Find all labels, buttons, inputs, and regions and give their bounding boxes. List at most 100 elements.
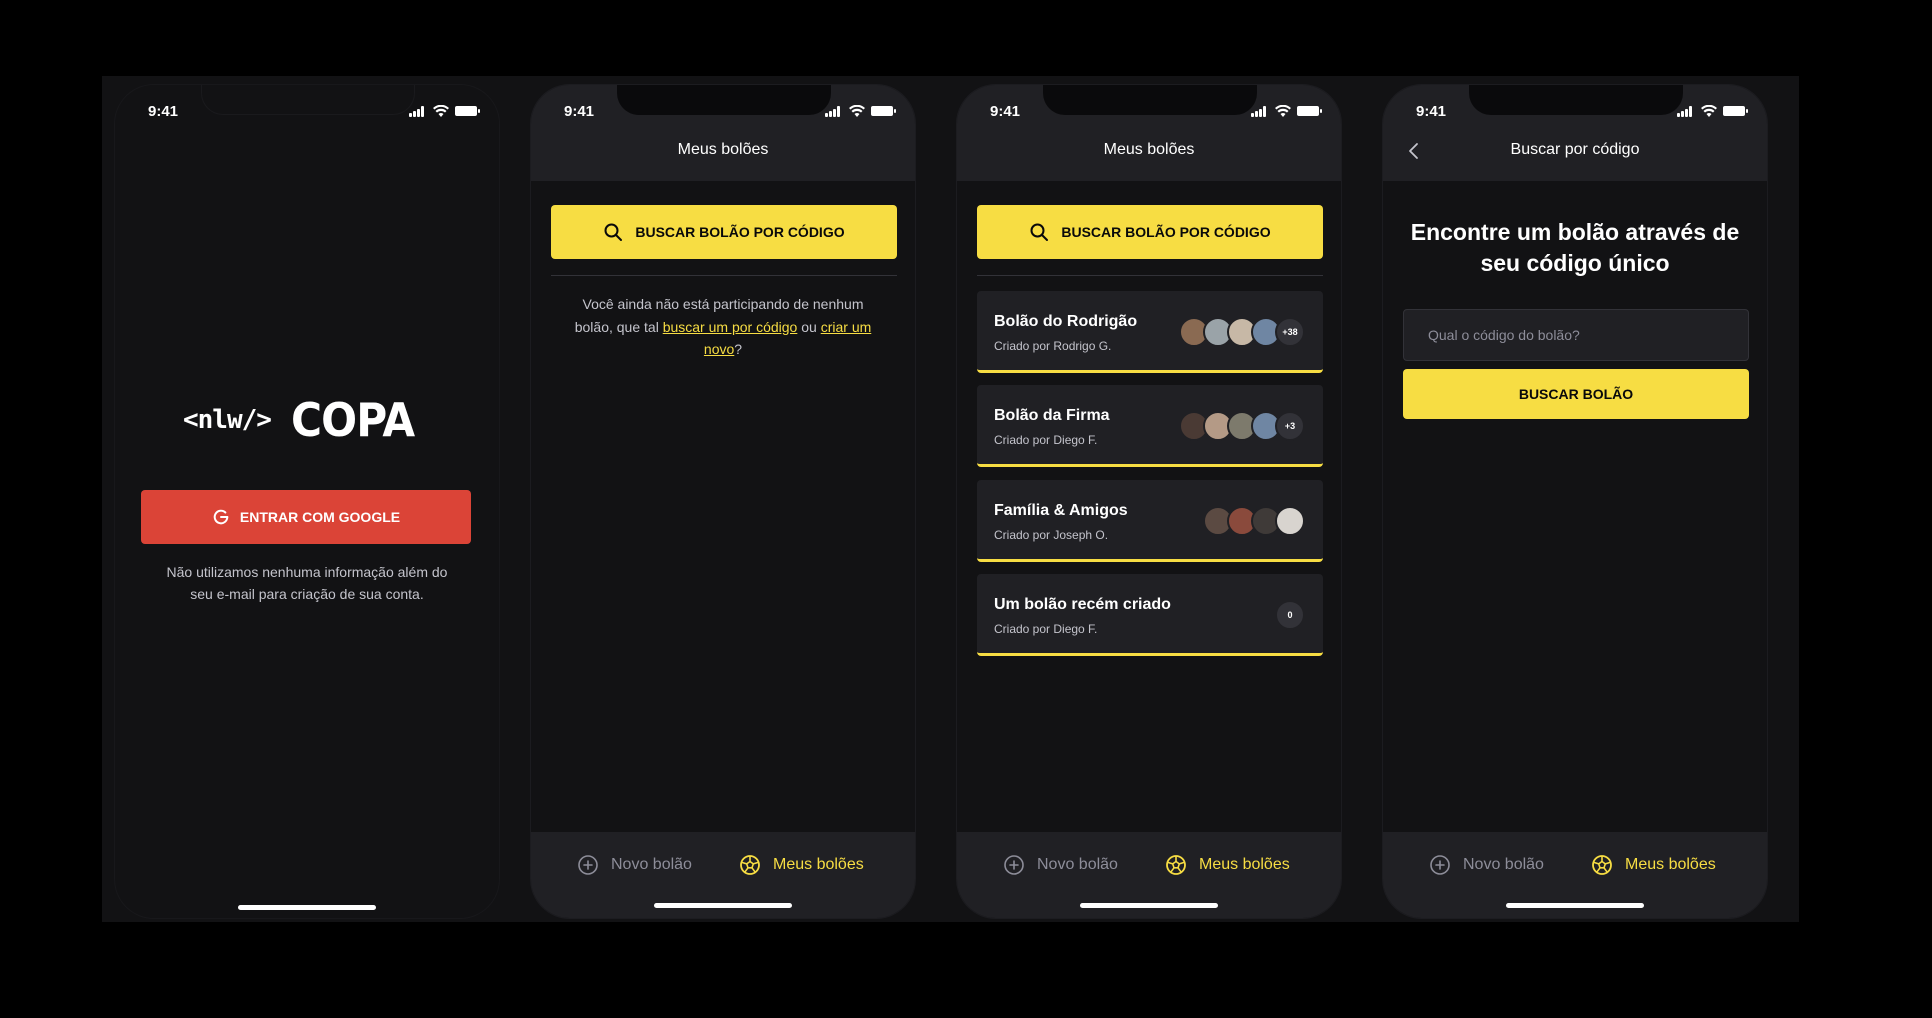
search-icon xyxy=(1030,223,1049,241)
pool-owner: Criado por Diego F. xyxy=(994,433,1098,447)
status-icons xyxy=(1677,105,1748,117)
signal-bar xyxy=(837,106,840,117)
status-icons xyxy=(1251,105,1322,117)
wifi-icon xyxy=(433,105,449,117)
home-indicator xyxy=(654,903,792,908)
status-time: 9:41 xyxy=(990,103,1021,120)
notch xyxy=(1043,85,1257,115)
logo-copa: COPA xyxy=(291,393,415,447)
pool-card[interactable]: Bolão do Rodrigão Criado por Rodrigo G. … xyxy=(977,291,1323,373)
empty-message: Você ainda não está participando de nenh… xyxy=(567,293,879,361)
google-login-label: ENTRAR COM GOOGLE xyxy=(239,509,401,525)
tab-my-pools-label: Meus bolões xyxy=(773,856,864,873)
plus-circle-icon xyxy=(578,855,598,875)
empty-text: ou xyxy=(797,318,821,335)
logo-nlw: <nlw/> xyxy=(183,405,272,435)
tab-my-pools[interactable]: Meus bolões xyxy=(1591,854,1716,876)
signal-bar xyxy=(413,111,416,117)
signal-icon xyxy=(1251,113,1254,117)
google-login-button[interactable]: ENTRAR COM GOOGLE xyxy=(141,490,471,544)
signal-bar xyxy=(1255,111,1258,117)
header-title: Meus bolões xyxy=(677,141,769,158)
plus-circle-icon xyxy=(1430,855,1450,875)
pool-card[interactable]: Um bolão recém criado Criado por Diego F… xyxy=(977,574,1323,656)
participant-count: +38 xyxy=(1275,317,1305,347)
soccer-ball-icon xyxy=(1592,855,1612,875)
tab-new-pool[interactable]: Novo bolão xyxy=(1003,854,1118,876)
participant-avatars xyxy=(1203,506,1305,536)
header-title: Buscar por código xyxy=(1510,141,1640,158)
tab-new-pool-label: Novo bolão xyxy=(611,856,692,873)
participant-avatars: +3 xyxy=(1179,411,1305,441)
status-bar: 9:41 xyxy=(115,85,499,137)
search-by-code-button[interactable]: BUSCAR BOLÃO POR CÓDIGO xyxy=(551,205,897,259)
status-bar: 9:41 xyxy=(1383,85,1767,137)
pool-title: Família & Amigos xyxy=(994,502,1128,519)
tab-new-pool-label: Novo bolão xyxy=(1463,856,1544,873)
divider xyxy=(977,275,1323,276)
wifi-icon xyxy=(1275,105,1291,117)
pools-list-screen: Meus bolões 9:41 BUSCAR BOLÃO POR CÓDIGO… xyxy=(956,84,1342,919)
battery-icon xyxy=(455,106,480,116)
plus-circle-icon xyxy=(1004,855,1024,875)
signal-icon xyxy=(409,113,412,117)
signal-bar xyxy=(1681,111,1684,117)
signal-bar xyxy=(1259,109,1262,117)
divider xyxy=(551,275,897,276)
tab-new-pool[interactable]: Novo bolão xyxy=(1429,854,1544,876)
empty-pools-screen: Meus bolões 9:41 BUSCAR BOLÃO POR CÓDIGO… xyxy=(530,84,916,919)
search-by-code-button[interactable]: BUSCAR BOLÃO POR CÓDIGO xyxy=(977,205,1323,259)
tab-new-pool[interactable]: Novo bolão xyxy=(577,854,692,876)
participant-avatars: 0 xyxy=(1275,600,1305,630)
status-bar: 9:41 xyxy=(531,85,915,137)
tab-my-pools[interactable]: Meus bolões xyxy=(1165,854,1290,876)
pool-title: Um bolão recém criado xyxy=(994,596,1171,613)
signal-bar xyxy=(833,109,836,117)
pool-owner: Criado por Rodrigo G. xyxy=(994,339,1112,353)
header-title: Meus bolões xyxy=(1103,141,1195,158)
participant-avatars: +38 xyxy=(1179,317,1305,347)
pool-owner: Criado por Joseph O. xyxy=(994,528,1109,542)
pool-card[interactable]: Bolão da Firma Criado por Diego F. +3 xyxy=(977,385,1323,467)
tab-bar: Novo bolão Meus bolões xyxy=(957,832,1341,918)
tab-bar: Novo bolão Meus bolões xyxy=(1383,832,1767,918)
battery-icon xyxy=(871,106,896,116)
find-by-code-screen: Buscar por código 9:41 Encontre um bolão… xyxy=(1382,84,1768,919)
login-screen: 9:41 <nlw/> COPA ENTRAR COM GOOGLE Não u… xyxy=(114,84,500,919)
signal-icon xyxy=(1677,113,1680,117)
tab-new-pool-label: Novo bolão xyxy=(1037,856,1118,873)
battery-icon xyxy=(1297,106,1322,116)
tab-my-pools[interactable]: Meus bolões xyxy=(739,854,864,876)
google-icon xyxy=(213,509,229,525)
pool-code-input[interactable] xyxy=(1403,309,1749,361)
tab-bar: Novo bolão Meus bolões xyxy=(531,832,915,918)
empty-text: ? xyxy=(734,341,743,357)
find-pool-button[interactable]: BUSCAR BOLÃO xyxy=(1403,369,1749,419)
participant-count: 0 xyxy=(1275,600,1305,630)
search-icon xyxy=(604,223,623,241)
pool-title: Bolão do Rodrigão xyxy=(994,313,1138,330)
wifi-icon xyxy=(1701,105,1717,117)
notch xyxy=(617,85,831,115)
battery-icon xyxy=(1723,106,1748,116)
status-time: 9:41 xyxy=(148,103,179,120)
search-by-code-label: BUSCAR BOLÃO POR CÓDIGO xyxy=(635,224,845,240)
privacy-note: Não utilizamos nenhuma informação além d… xyxy=(166,564,448,602)
pool-card[interactable]: Família & Amigos Criado por Joseph O. xyxy=(977,480,1323,562)
status-time: 9:41 xyxy=(564,103,595,120)
signal-bar xyxy=(1689,106,1692,117)
home-indicator xyxy=(238,905,376,910)
status-time: 9:41 xyxy=(1416,103,1447,120)
signal-bar xyxy=(421,106,424,117)
status-icons xyxy=(409,105,480,117)
notch xyxy=(1469,85,1683,115)
signal-bar xyxy=(829,111,832,117)
soccer-ball-icon xyxy=(740,855,760,875)
signal-bar xyxy=(417,109,420,117)
pool-owner: Criado por Diego F. xyxy=(994,622,1098,636)
avatar xyxy=(1275,506,1305,536)
signal-icon xyxy=(825,113,828,117)
notch xyxy=(201,85,415,115)
wifi-icon xyxy=(849,105,865,117)
search-by-code-link[interactable]: buscar um por código xyxy=(663,319,798,335)
